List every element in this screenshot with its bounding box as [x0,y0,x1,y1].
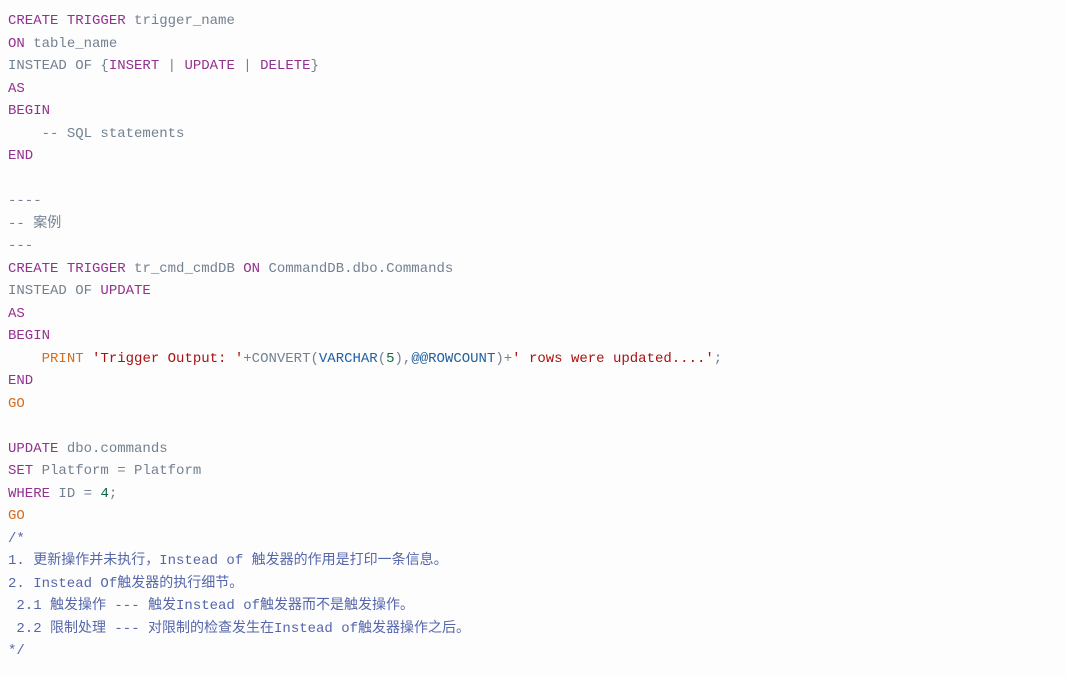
code-line: WHERE ID = 4; [8,483,1058,506]
code-line: GO [8,393,1058,416]
code-token: ID [50,486,84,502]
code-token: INSTEAD OF { [8,58,109,74]
code-token: 2.2 限制处理 --- 对限制的检查发生在Instead of触发器操作之后。 [8,621,470,637]
code-token: ---- [8,193,42,209]
code-token: GO [8,396,25,412]
code-token: WHERE [8,486,50,502]
code-token: UPDATE [8,441,58,457]
code-token: 1. 更新操作并未执行，Instead of 触发器的作用是打印一条信息。 [8,553,448,569]
code-token: Platform [33,463,117,479]
code-line: BEGIN [8,325,1058,348]
code-token [58,13,66,29]
code-token: SET [8,463,33,479]
code-token: Platform [126,463,202,479]
code-token: ; [714,351,722,367]
code-token: CREATE [8,13,58,29]
code-token: | [235,58,260,74]
code-token [84,351,92,367]
code-token: TRIGGER [67,13,126,29]
code-line: 1. 更新操作并未执行，Instead of 触发器的作用是打印一条信息。 [8,550,1058,573]
code-token: END [8,373,33,389]
code-token: dbo.commands [58,441,167,457]
code-line: CREATE TRIGGER tr_cmd_cmdDB ON CommandDB… [8,258,1058,281]
code-token [8,351,42,367]
code-token: 2. Instead Of触发器的执行细节。 [8,576,243,592]
code-token: END [8,148,33,164]
code-token: /* [8,531,25,547]
code-token: CONVERT [252,351,311,367]
code-line: INSTEAD OF UPDATE [8,280,1058,303]
code-token: + [504,351,512,367]
code-line: -- 案例 [8,213,1058,236]
code-token: | [159,58,184,74]
sql-code-block: CREATE TRIGGER trigger_nameON table_name… [8,10,1058,663]
code-token: ' rows were updated....' [512,351,714,367]
code-token: INSERT [109,58,159,74]
code-token: BEGIN [8,328,50,344]
code-token: AS [8,306,25,322]
code-token: -- SQL statements [42,126,185,142]
code-token: ) [495,351,503,367]
code-line: CREATE TRIGGER trigger_name [8,10,1058,33]
code-token: = [84,486,92,502]
code-line: 2.2 限制处理 --- 对限制的检查发生在Instead of触发器操作之后。 [8,618,1058,641]
code-line [8,168,1058,191]
code-token: tr_cmd_cmdDB [126,261,244,277]
code-line: 2. Instead Of触发器的执行细节。 [8,573,1058,596]
code-token: DELETE [260,58,310,74]
code-token: @@ROWCOUNT [411,351,495,367]
code-token: AS [8,81,25,97]
code-line: AS [8,78,1058,101]
code-line: AS [8,303,1058,326]
code-token: TRIGGER [67,261,126,277]
code-line: -- SQL statements [8,123,1058,146]
code-line: INSTEAD OF {INSERT | UPDATE | DELETE} [8,55,1058,78]
code-token: ( [378,351,386,367]
code-token: VARCHAR [319,351,378,367]
code-token: + [243,351,251,367]
code-line: GO [8,505,1058,528]
code-token: ), [395,351,412,367]
code-line: END [8,145,1058,168]
code-line: SET Platform = Platform [8,460,1058,483]
code-line: ON table_name [8,33,1058,56]
code-token [8,126,42,142]
code-token: GO [8,508,25,524]
code-line: /* [8,528,1058,551]
code-token: 5 [386,351,394,367]
code-token: BEGIN [8,103,50,119]
code-token: -- 案例 [8,216,61,232]
code-line: BEGIN [8,100,1058,123]
code-token: 2.1 触发操作 --- 触发Instead of触发器而不是触发操作。 [8,598,414,614]
code-token: } [311,58,319,74]
code-token: PRINT [42,351,84,367]
code-line: UPDATE dbo.commands [8,438,1058,461]
code-token: ON [8,36,25,52]
code-line: 2.1 触发操作 --- 触发Instead of触发器而不是触发操作。 [8,595,1058,618]
code-token: table_name [25,36,117,52]
code-token: --- [8,238,33,254]
code-token: ( [310,351,318,367]
code-token: 'Trigger Output: ' [92,351,243,367]
code-token: ; [109,486,117,502]
code-token: UPDATE [184,58,234,74]
code-token: = [117,463,125,479]
code-token: ON [243,261,260,277]
code-line: ---- [8,190,1058,213]
code-line: PRINT 'Trigger Output: '+CONVERT(VARCHAR… [8,348,1058,371]
code-token: 4 [100,486,108,502]
code-line: END [8,370,1058,393]
code-token: UPDATE [100,283,150,299]
code-line [8,415,1058,438]
code-token: CommandDB.dbo.Commands [260,261,453,277]
code-line: */ [8,640,1058,663]
code-line: --- [8,235,1058,258]
code-token: trigger_name [126,13,235,29]
code-token: */ [8,643,25,659]
code-token: INSTEAD OF [8,283,100,299]
code-token: CREATE [8,261,58,277]
code-token [58,261,66,277]
